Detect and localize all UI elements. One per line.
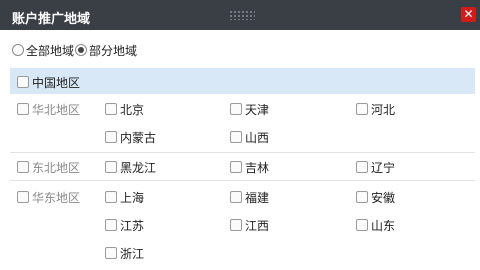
region-label: 华东地区 [32, 191, 81, 205]
row-divider [10, 152, 475, 153]
close-icon[interactable]: ✕ [461, 7, 476, 22]
region-huadong[interactable]: 华东地区 [17, 189, 80, 206]
region-huabei[interactable]: 华北地区 [17, 101, 80, 118]
province-label: 山东 [371, 219, 396, 233]
province-item[interactable]: 福建 [230, 189, 269, 206]
province-label: 山西 [245, 131, 270, 145]
scope-all-label: 全部地域 [26, 44, 75, 58]
province-item[interactable]: 上海 [105, 189, 144, 206]
province-label: 安徽 [371, 191, 396, 205]
province-checkbox[interactable] [230, 219, 242, 231]
province-checkbox[interactable] [230, 131, 242, 143]
province-checkbox[interactable] [105, 247, 117, 259]
china-checkbox[interactable] [17, 76, 29, 88]
scope-partial-option[interactable]: 部分地域 [75, 42, 137, 59]
province-label: 辽宁 [371, 161, 396, 175]
province-checkbox[interactable] [105, 161, 117, 173]
province-label: 江西 [245, 219, 270, 233]
province-item[interactable]: 辽宁 [356, 159, 395, 176]
region-dialog: 账户推广地域 ✕ 全部地域 部分地域 中国地区 华北地区 北京 天津 河北 内蒙… [0, 0, 480, 270]
province-item[interactable]: 江西 [230, 217, 269, 234]
region-checkbox[interactable] [17, 161, 29, 173]
drag-handle-icon[interactable] [229, 10, 255, 20]
province-item[interactable]: 江苏 [105, 217, 144, 234]
region-dongbei[interactable]: 东北地区 [17, 159, 80, 176]
province-item[interactable]: 浙江 [105, 245, 144, 262]
province-label: 内蒙古 [120, 131, 157, 145]
province-label: 浙江 [120, 247, 145, 261]
province-checkbox[interactable] [230, 103, 242, 115]
china-region-row[interactable]: 中国地区 [10, 68, 475, 94]
province-label: 北京 [120, 103, 145, 117]
region-label: 华北地区 [32, 103, 81, 117]
radio-all[interactable] [12, 44, 24, 56]
scope-all-option[interactable]: 全部地域 [12, 42, 74, 59]
province-label: 上海 [120, 191, 145, 205]
province-item[interactable]: 内蒙古 [105, 129, 156, 146]
province-label: 福建 [245, 191, 270, 205]
province-item[interactable]: 山西 [230, 129, 269, 146]
province-item[interactable]: 安徽 [356, 189, 395, 206]
province-checkbox[interactable] [230, 191, 242, 203]
province-checkbox[interactable] [356, 219, 368, 231]
province-label: 吉林 [245, 161, 270, 175]
region-label: 东北地区 [32, 161, 81, 175]
province-item[interactable]: 天津 [230, 101, 269, 118]
dialog-title: 账户推广地域 [12, 12, 91, 27]
china-label: 中国地区 [32, 76, 81, 90]
scope-partial-label: 部分地域 [89, 44, 138, 58]
province-checkbox[interactable] [356, 191, 368, 203]
province-checkbox[interactable] [105, 219, 117, 231]
province-checkbox[interactable] [230, 161, 242, 173]
province-label: 河北 [371, 103, 396, 117]
dialog-titlebar[interactable]: 账户推广地域 ✕ [0, 0, 480, 30]
province-item[interactable]: 黑龙江 [105, 159, 156, 176]
province-checkbox[interactable] [356, 103, 368, 115]
province-label: 天津 [245, 103, 270, 117]
province-item[interactable]: 山东 [356, 217, 395, 234]
province-checkbox[interactable] [105, 103, 117, 115]
region-checkbox[interactable] [17, 103, 29, 115]
region-checkbox[interactable] [17, 191, 29, 203]
row-divider [10, 180, 475, 181]
province-checkbox[interactable] [356, 161, 368, 173]
radio-partial[interactable] [75, 44, 87, 56]
province-label: 江苏 [120, 219, 145, 233]
province-item[interactable]: 河北 [356, 101, 395, 118]
province-checkbox[interactable] [105, 191, 117, 203]
province-item[interactable]: 北京 [105, 101, 144, 118]
province-label: 黑龙江 [120, 161, 157, 175]
province-checkbox[interactable] [105, 131, 117, 143]
province-item[interactable]: 吉林 [230, 159, 269, 176]
